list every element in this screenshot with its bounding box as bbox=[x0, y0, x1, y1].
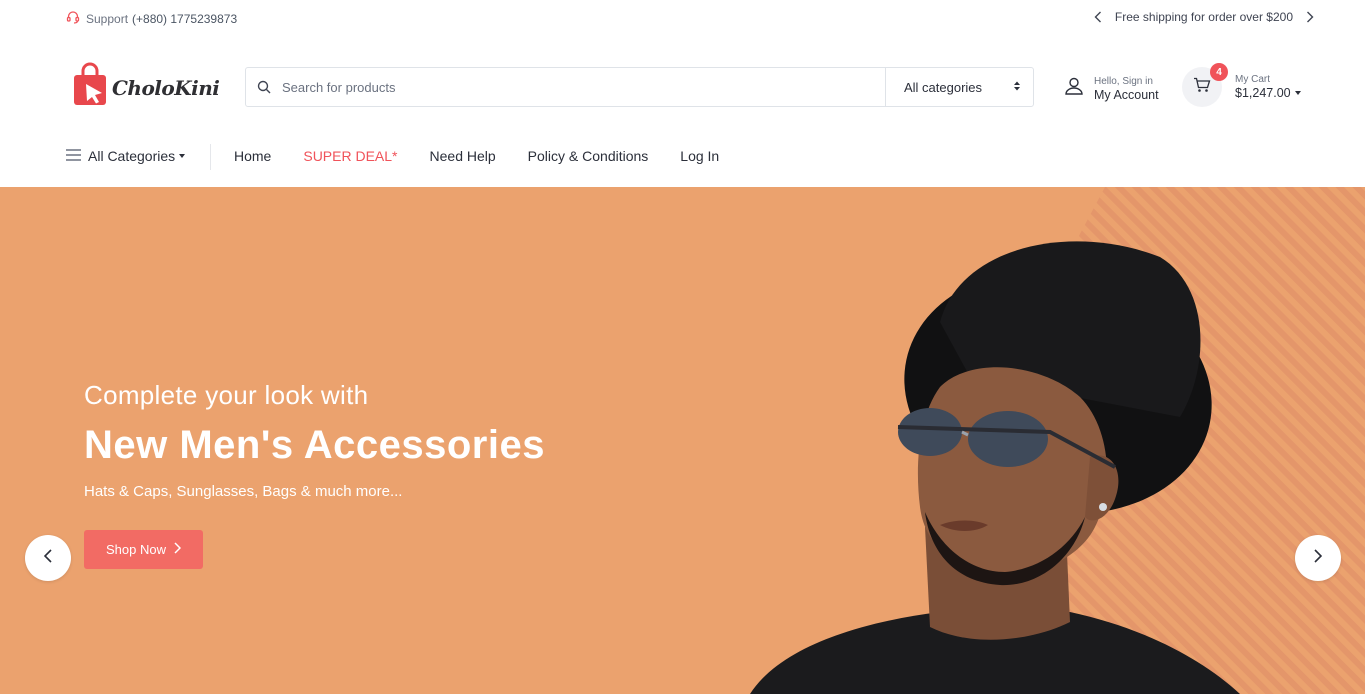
slider-next-button[interactable] bbox=[1295, 535, 1341, 581]
hero-model-image bbox=[750, 241, 1240, 694]
support-phone: (+880) 1775239873 bbox=[132, 11, 238, 26]
hero-slider: Complete your look with New Men's Access… bbox=[0, 187, 1365, 694]
category-select[interactable]: All categories bbox=[885, 68, 1033, 106]
nav-links: Home SUPER DEAL* Need Help Policy & Cond… bbox=[234, 148, 751, 164]
all-categories-button[interactable]: All Categories bbox=[66, 148, 186, 164]
support-label: Support bbox=[86, 11, 129, 26]
cart-total: $1,247.00 bbox=[1235, 85, 1291, 100]
sort-arrows-icon bbox=[1013, 80, 1021, 95]
cart-icon bbox=[1193, 77, 1211, 98]
site-logo[interactable]: CholoKini bbox=[72, 62, 220, 113]
category-select-value: All categories bbox=[904, 79, 983, 95]
cart-icon-wrap: 4 bbox=[1182, 63, 1228, 107]
nav-divider bbox=[210, 144, 211, 170]
cart-count-badge: 4 bbox=[1210, 63, 1228, 81]
chevron-left-icon[interactable] bbox=[1091, 10, 1105, 24]
hero-description: Hats & Caps, Sunglasses, Bags & much mor… bbox=[84, 483, 403, 500]
hero-title: New Men's Accessories bbox=[84, 423, 545, 467]
nav-link-home[interactable]: Home bbox=[234, 148, 271, 164]
top-bar: Support (+880) 1775239873 Free shipping … bbox=[0, 0, 1365, 36]
all-categories-label: All Categories bbox=[88, 148, 176, 164]
chevron-right-icon bbox=[166, 542, 182, 557]
caret-down-icon bbox=[179, 154, 186, 158]
shop-now-button[interactable]: Shop Now bbox=[84, 530, 203, 569]
search-input[interactable] bbox=[282, 68, 885, 106]
cart-label: My Cart bbox=[1235, 73, 1270, 85]
headset-icon bbox=[66, 10, 86, 27]
nav-link-policy[interactable]: Policy & Conditions bbox=[528, 148, 649, 164]
chevron-right-icon bbox=[1314, 548, 1323, 568]
nav-link-super-deal[interactable]: SUPER DEAL* bbox=[303, 148, 397, 164]
shipping-text: Free shipping for order over $200 bbox=[1114, 10, 1293, 24]
nav-link-login[interactable]: Log In bbox=[680, 148, 719, 164]
shopping-bag-icon bbox=[72, 62, 108, 113]
main-nav: All Categories Home SUPER DEAL* Need Hel… bbox=[0, 138, 1365, 176]
user-icon bbox=[1064, 76, 1084, 101]
logo-text: CholoKini bbox=[112, 75, 220, 100]
slider-prev-button[interactable] bbox=[25, 535, 71, 581]
shipping-ticker: Free shipping for order over $200 bbox=[1091, 10, 1317, 24]
hamburger-icon bbox=[66, 148, 88, 164]
cart-link[interactable]: 4 My Cart $1,247.00 bbox=[1182, 63, 1301, 107]
account-label: My Account bbox=[1094, 87, 1159, 102]
account-greeting: Hello, Sign in bbox=[1094, 76, 1153, 87]
nav-link-need-help[interactable]: Need Help bbox=[430, 148, 496, 164]
account-link[interactable]: Hello, Sign in My Account bbox=[1064, 76, 1159, 102]
caret-down-icon bbox=[1294, 91, 1301, 96]
chevron-right-icon[interactable] bbox=[1303, 10, 1317, 24]
support-info: Support (+880) 1775239873 bbox=[66, 10, 237, 27]
search-bar: All categories bbox=[245, 67, 1034, 107]
hero-subtitle: Complete your look with bbox=[84, 380, 369, 410]
shop-now-label: Shop Now bbox=[106, 542, 166, 557]
main-header: CholoKini All categories Hello, Sign in … bbox=[0, 50, 1365, 120]
search-icon bbox=[246, 80, 282, 94]
chevron-left-icon bbox=[43, 548, 52, 568]
